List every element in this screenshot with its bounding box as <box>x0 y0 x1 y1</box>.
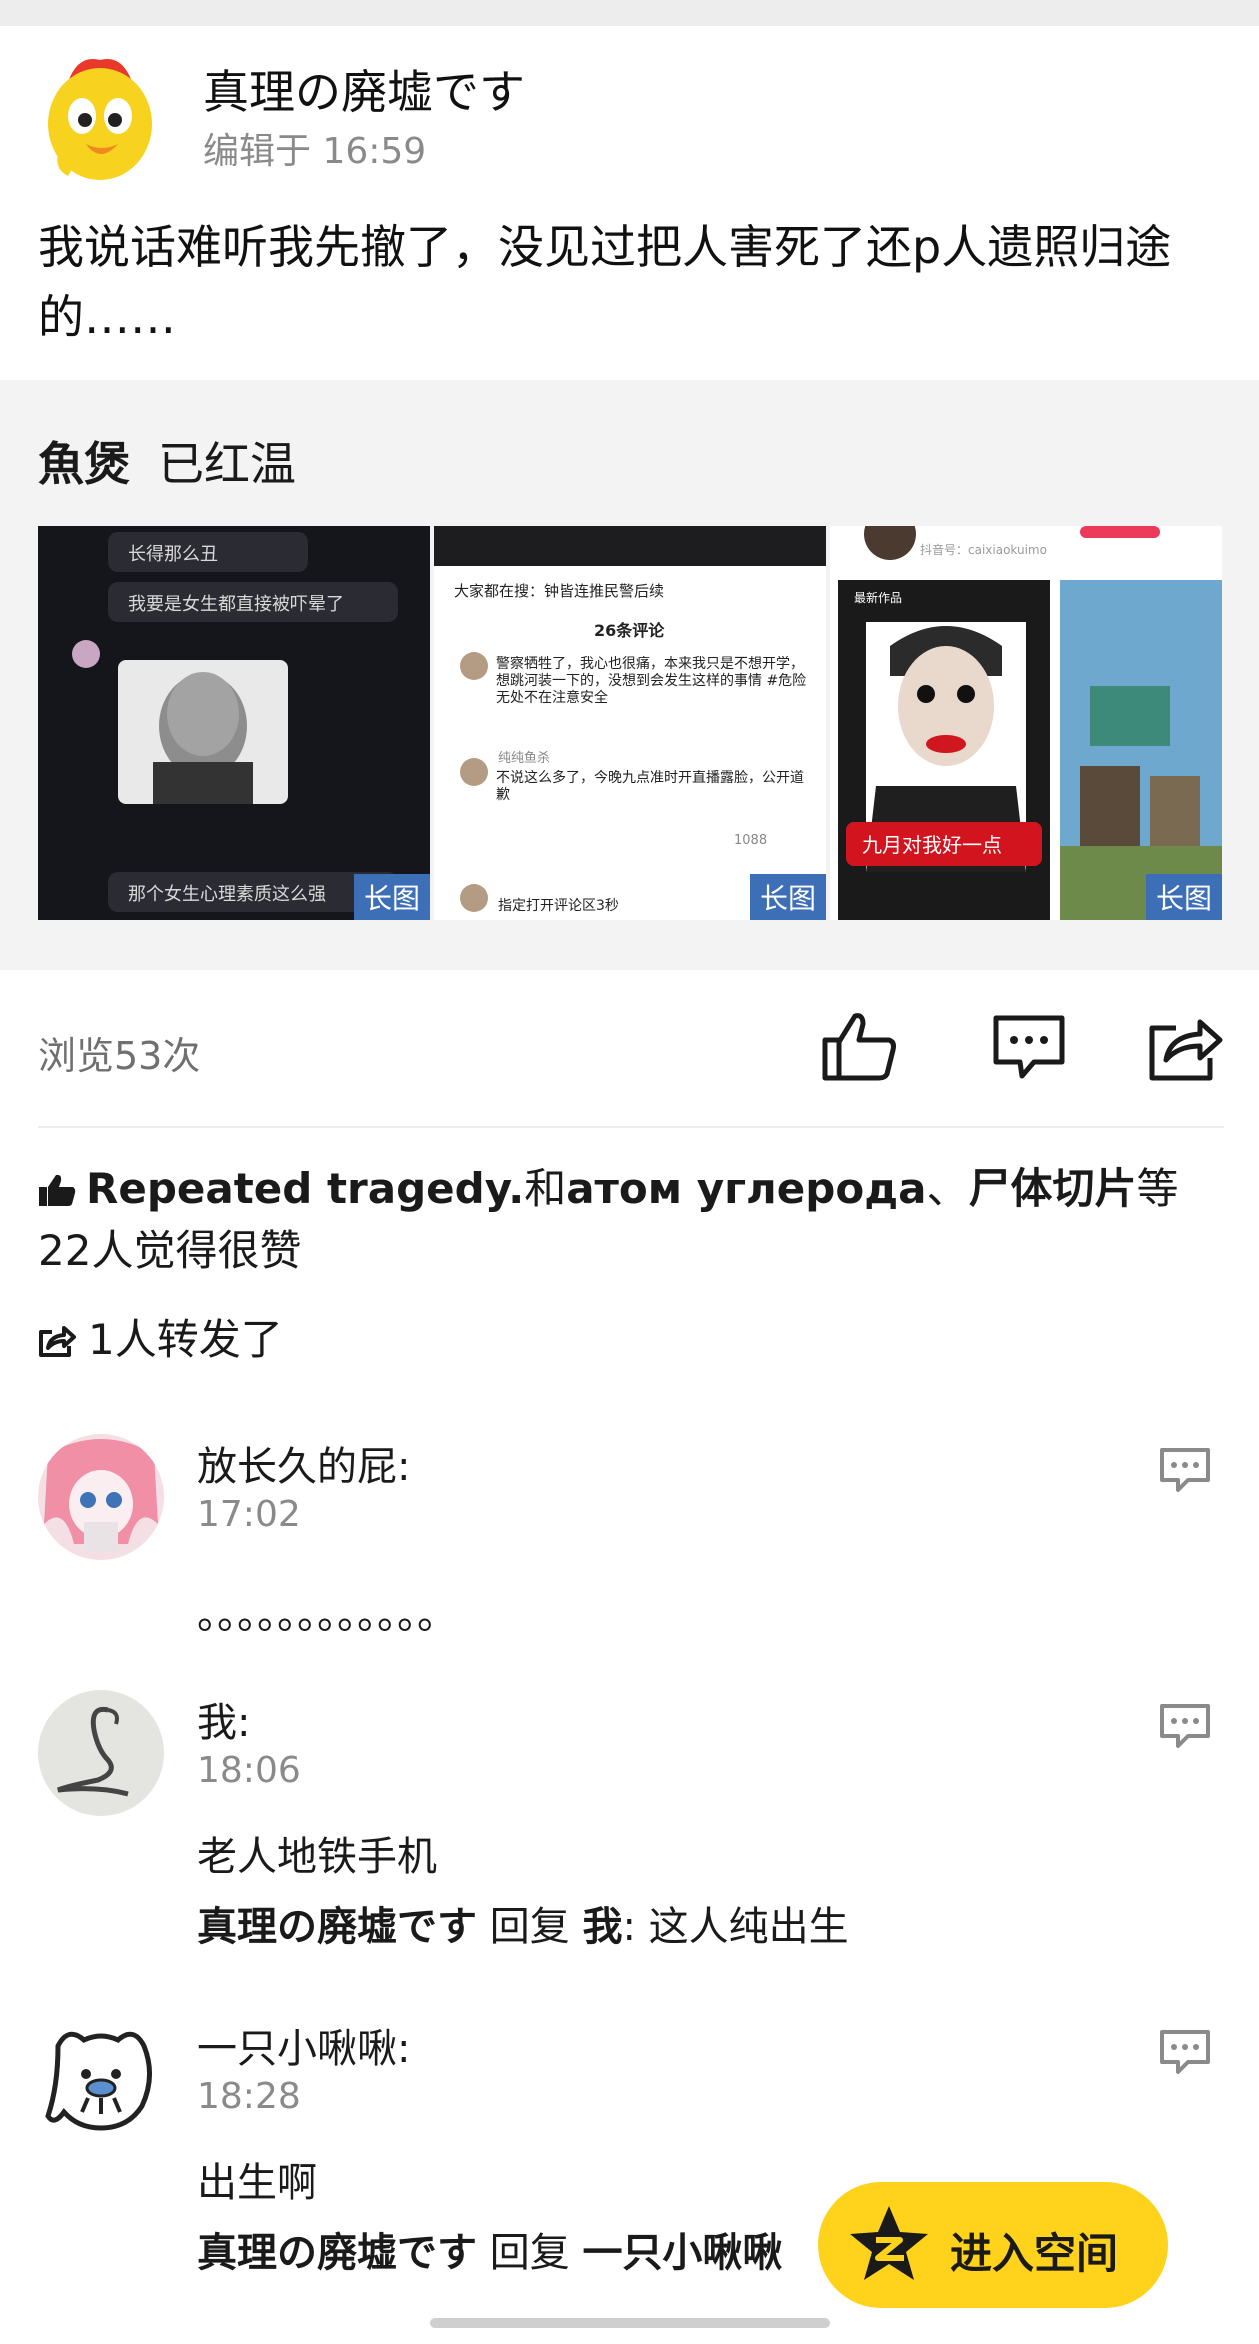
reply-author[interactable]: 真理の廃墟です <box>197 1904 477 1950</box>
reply-verb: 回复 <box>477 1904 583 1950</box>
home-indicator[interactable] <box>430 2318 830 2328</box>
img2-line-1: 大家都在搜：钟皆连推民警后续 <box>454 582 664 600</box>
comment-time: 18:28 <box>197 2076 301 2117</box>
img2-line-3: 警察牺牲了，我心也很痛，本来我只是不想开学，想跳河装一下的，没想到会发生这样的事… <box>496 656 807 706</box>
shared-image-1[interactable]: 长得那么丑 我要是女生都直接被吓晕了 那个女生心理素质这么强 长图 <box>38 526 430 920</box>
reply-target[interactable]: 一只小啾啾 <box>582 2230 782 2276</box>
stats-row: 浏览53次 <box>38 1000 1224 1100</box>
commenter-avatar[interactable] <box>38 1434 164 1560</box>
comment-bubble-icon[interactable] <box>990 1010 1068 1084</box>
reply-icon[interactable] <box>1158 1446 1212 1494</box>
reply-icon[interactable] <box>1158 2028 1212 2076</box>
likes-summary: Repeated tragedy.和атом углерода、尸体切片等22人… <box>38 1158 1224 1282</box>
edit-time: 编辑于 16:59 <box>203 131 427 172</box>
img2-line-2: 26条评论 <box>594 621 665 640</box>
img1-line-2: 我要是女生都直接被吓晕了 <box>128 594 344 615</box>
long-image-badge: 长图 <box>1145 874 1222 920</box>
img2-like-count: 1088 <box>734 833 767 848</box>
comment-item: 我: 18:06 老人地铁手机 真理の廃墟です 回复 我: 这人纯出生 <box>38 1690 1224 1950</box>
shared-images: 长得那么丑 我要是女生都直接被吓晕了 那个女生心理素质这么强 长图 大家都在搜：… <box>38 526 1222 920</box>
shared-post-title: 魚煲 已红温 <box>38 428 296 494</box>
img1-line-3: 那个女生心理素质这么强 <box>128 884 326 905</box>
likes-and: 和 <box>524 1164 567 1213</box>
post-text: 我说话难听我先撤了，没见过把人害死了还p人遗照归途的…… <box>38 220 1172 344</box>
share-arrow-icon[interactable] <box>1146 1010 1224 1084</box>
thumbs-up-icon[interactable] <box>821 1010 899 1084</box>
comment-reply: 真理の廃墟です 回复 我: 这人纯出生 <box>197 1894 849 1952</box>
long-image-badge: 长图 <box>749 874 826 920</box>
img2-line-4: 纯纯鱼杀 <box>498 750 550 766</box>
commenter-avatar[interactable] <box>38 1690 164 1816</box>
img2-line-5: 不说这么多了，今晚九点准时开直播露脸，公开道歉 <box>496 770 804 803</box>
view-count: 浏览53次 <box>38 1034 201 1078</box>
img3-line-3: 九月对我好一点 <box>862 833 1002 857</box>
post-header: 真理の廃墟です 编辑于 16:59 <box>38 52 1218 192</box>
comment-time: 17:02 <box>197 1494 301 1535</box>
repost-summary[interactable]: 1人转发了 <box>38 1306 283 1367</box>
comment-item: 放长久的屁: 17:02 。。。。。。。。。。。。 <box>38 1434 1224 1644</box>
author-name[interactable]: 真理の廃墟です <box>203 56 525 122</box>
author-avatar[interactable] <box>38 52 162 184</box>
comment-text: 出生啊 <box>197 2160 317 2206</box>
commenter-name[interactable]: 一只小啾啾: <box>197 2016 410 2074</box>
img1-line-1: 长得那么丑 <box>128 544 218 565</box>
reply-icon[interactable] <box>1158 1702 1212 1750</box>
like-user-2[interactable]: атом углерода <box>566 1164 926 1213</box>
commenter-avatar[interactable] <box>38 2016 164 2142</box>
reply-text: : 这人纯出生 <box>622 1904 849 1950</box>
like-user-3[interactable]: 尸体切片 <box>968 1164 1136 1213</box>
enter-space-label: 进入空间 <box>950 2229 1119 2278</box>
img3-line-1: 抖音号：caixiaokuimo <box>920 542 1047 557</box>
shared-post[interactable]: 魚煲已红温 长得那么丑 我要是女生都直接被吓晕了 那个女生心理素质这么强 长图 <box>0 380 1259 970</box>
top-strip <box>0 0 1259 26</box>
qzone-star-icon <box>846 2202 932 2288</box>
commenter-name[interactable]: 我: <box>197 1690 250 1748</box>
comment-reply: 真理の廃墟です 回复 一只小啾啾 <box>197 2220 782 2278</box>
reply-author[interactable]: 真理の廃墟です <box>197 2230 477 2276</box>
reply-verb: 回复 <box>477 2230 583 2276</box>
thumbs-up-icon <box>38 1162 76 1206</box>
reply-target[interactable]: 我 <box>582 1904 622 1950</box>
share-icon <box>38 1319 76 1357</box>
shared-image-2[interactable]: 大家都在搜：钟皆连推民警后续 26条评论 警察牺牲了，我心也很痛，本来我只是不想… <box>434 526 826 920</box>
commenter-name[interactable]: 放长久的屁: <box>197 1434 410 1492</box>
divider <box>38 1126 1224 1128</box>
shared-author[interactable]: 魚煲 <box>38 437 130 491</box>
comment-text: 老人地铁手机 <box>197 1834 437 1880</box>
img2-line-7: 指定打开评论区3秒 <box>498 897 619 914</box>
likes-sep: 、 <box>926 1164 969 1213</box>
repost-text: 1人转发了 <box>88 1315 283 1364</box>
long-image-badge: 长图 <box>353 874 430 920</box>
img3-line-2: 最新作品 <box>854 590 902 605</box>
like-user-1[interactable]: Repeated tragedy. <box>86 1164 524 1213</box>
enter-space-button[interactable]: 进入空间 <box>818 2182 1168 2308</box>
comment-time: 18:06 <box>197 1750 301 1791</box>
comment-text: 。。。。。。。。。。。。 <box>197 1592 457 1638</box>
shared-image-3[interactable]: 抖音号：caixiaokuimo 最新作品 九月对我好一点 长图 <box>830 526 1222 920</box>
shared-text: 已红温 <box>158 437 296 491</box>
